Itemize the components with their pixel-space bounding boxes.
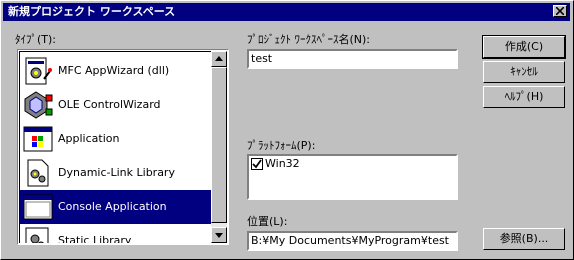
list-item-ole-controlwizard[interactable]: OLE ControlWizard xyxy=(20,88,211,122)
console-icon xyxy=(23,194,53,220)
arrow-up-icon xyxy=(215,56,223,61)
project-type-list[interactable]: MFC AppWizard (dll) OLE ControlWizard Ap… xyxy=(17,49,229,245)
list-item-static-library[interactable]: Static Library xyxy=(20,224,211,243)
new-project-workspace-dialog: 新規プロジェクト ワークスペース ﾀｲﾌﾟ(T): MFC AppWizard … xyxy=(0,0,574,260)
create-button[interactable]: 作成(C) xyxy=(482,35,566,59)
arrow-down-icon xyxy=(215,233,223,238)
list-item-label: Console Application xyxy=(58,200,167,213)
window-title: 新規プロジェクト ワークスペース xyxy=(8,5,176,18)
static-library-icon xyxy=(25,227,49,243)
list-scrollbar[interactable] xyxy=(211,51,227,243)
workspace-name-input[interactable]: test xyxy=(247,49,458,69)
scroll-down-button[interactable] xyxy=(211,227,227,243)
list-item-label: MFC AppWizard (dll) xyxy=(58,64,170,77)
list-item-label: Static Library xyxy=(58,234,132,243)
workspace-name-label: ﾌﾟﾛｼﾞｪｸﾄ ﾜｰｸｽﾍﾟｰｽ名(N): xyxy=(247,33,371,46)
win32-label: Win32 xyxy=(265,157,300,170)
application-icon xyxy=(23,126,53,152)
scroll-up-button[interactable] xyxy=(211,51,227,67)
list-item-dynamic-link-library[interactable]: Dynamic-Link Library xyxy=(20,156,211,190)
platform-label: ﾌﾟﾗｯﾄﾌｫｰﾑ(P): xyxy=(247,139,316,152)
cancel-button[interactable]: ｷｬﾝｾﾙ xyxy=(483,61,565,83)
win32-checkbox[interactable] xyxy=(251,158,263,170)
mfc-appwizard-icon xyxy=(25,57,52,85)
location-label: 位置(L): xyxy=(247,215,288,228)
list-item-application[interactable]: Application xyxy=(20,122,211,156)
platform-list[interactable]: Win32 xyxy=(247,154,458,200)
title-bar[interactable]: 新規プロジェクト ワークスペース xyxy=(3,3,570,21)
list-item-label: Dynamic-Link Library xyxy=(58,166,175,179)
close-button[interactable] xyxy=(553,5,567,17)
scroll-thumb[interactable] xyxy=(211,67,227,223)
ole-control-icon xyxy=(24,91,53,119)
list-item-label: Application xyxy=(58,132,120,145)
list-item-console-application[interactable]: Console Application xyxy=(20,190,211,224)
location-input[interactable]: B:¥My Documents¥MyProgram¥test xyxy=(247,231,458,251)
project-type-items: MFC AppWizard (dll) OLE ControlWizard Ap… xyxy=(19,51,211,243)
browse-button[interactable]: 参照(B)... xyxy=(483,228,565,250)
list-item-mfc-appwizard-dll[interactable]: MFC AppWizard (dll) xyxy=(20,54,211,88)
close-icon xyxy=(556,7,564,15)
type-label: ﾀｲﾌﾟ(T): xyxy=(15,33,57,46)
checkmark-icon xyxy=(252,159,262,169)
dll-icon xyxy=(27,159,49,187)
help-button[interactable]: ﾍﾙﾌﾟ(H) xyxy=(483,86,565,108)
list-item-label: OLE ControlWizard xyxy=(58,98,161,111)
